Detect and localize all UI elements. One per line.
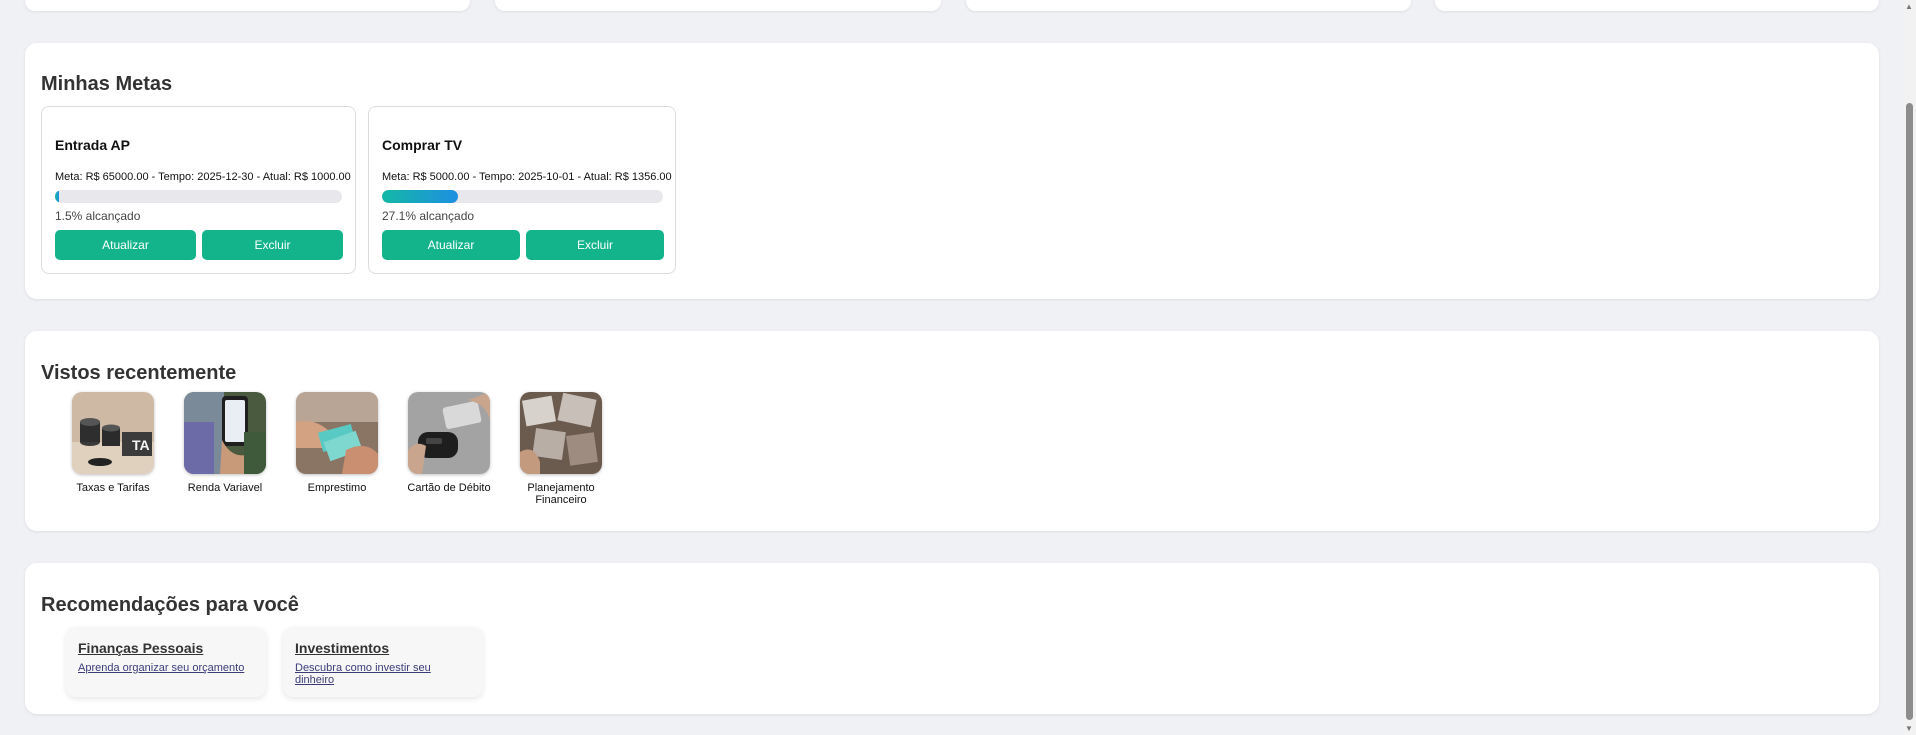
goal-progress-fill <box>55 190 60 203</box>
update-goal-button[interactable]: Atualizar <box>55 230 196 260</box>
recent-item-label: Renda Variavel <box>187 482 263 494</box>
recommendation-description[interactable]: Descubra como investir seu dinheiro <box>295 662 445 686</box>
recent-item[interactable]: Renda Variavel <box>169 392 281 494</box>
goal-progress-text: 27.1% alcançado <box>382 209 475 223</box>
recent-item[interactable]: TA Taxas e Tarifas <box>57 392 169 494</box>
recommendations-section: Recomendações para você Finanças Pessoai… <box>25 563 1879 714</box>
recent-item[interactable]: Planejamento Financeiro <box>505 392 617 506</box>
coins-tax-image: TA <box>72 392 154 474</box>
recommendation-title[interactable]: Investimentos <box>295 640 389 656</box>
scroll-up-arrow-icon[interactable]: ▲ <box>1905 2 1913 11</box>
goals-section: Minhas Metas Entrada AP Meta: R$ 65000.0… <box>25 43 1879 299</box>
delete-goal-button[interactable]: Excluir <box>526 230 664 260</box>
recent-item-label: Emprestimo <box>307 482 367 494</box>
update-goal-button[interactable]: Atualizar <box>382 230 520 260</box>
recent-section: Vistos recentemente TA Taxas e Tarifas R… <box>25 331 1879 531</box>
goal-title: Entrada AP <box>55 137 130 153</box>
card-terminal-image <box>408 392 490 474</box>
svg-text:TA: TA <box>132 437 150 453</box>
recommendation-description[interactable]: Aprenda organizar seu orçamento <box>78 662 258 674</box>
goal-progress-bar <box>55 190 342 203</box>
recommendation-title[interactable]: Finanças Pessoais <box>78 640 203 656</box>
goal-progress-text: 1.5% alcançado <box>55 209 141 223</box>
cash-handoff-image <box>296 392 378 474</box>
planning-papers-image <box>520 392 602 474</box>
recent-item-label: Taxas e Tarifas <box>76 482 150 494</box>
recent-section-title: Vistos recentemente <box>41 362 237 384</box>
recommendation-card[interactable]: Investimentos Descubra como investir seu… <box>283 627 483 697</box>
goal-card: Comprar TV Meta: R$ 5000.00 - Tempo: 202… <box>368 106 676 274</box>
summary-card-1 <box>25 0 470 11</box>
goal-progress-fill <box>382 190 459 203</box>
phone-investing-image <box>184 392 266 474</box>
recent-item[interactable]: Emprestimo <box>281 392 393 494</box>
recent-item-label: Planejamento Financeiro <box>527 482 595 506</box>
goal-progress-bar <box>382 190 663 203</box>
page-scrollbar[interactable]: ▲ ▼ <box>1903 0 1916 735</box>
summary-card-2 <box>495 0 941 11</box>
goal-card: Entrada AP Meta: R$ 65000.00 - Tempo: 20… <box>41 106 356 274</box>
recent-item-label: Cartão de Débito <box>407 482 491 494</box>
scrollbar-thumb[interactable] <box>1906 103 1913 720</box>
recommendation-card[interactable]: Finanças Pessoais Aprenda organizar seu … <box>66 627 266 697</box>
goals-section-title: Minhas Metas <box>41 73 173 95</box>
recent-item[interactable]: Cartão de Débito <box>393 392 505 494</box>
goal-title: Comprar TV <box>382 137 463 153</box>
recommendations-section-title: Recomendações para você <box>41 594 299 616</box>
summary-card-3 <box>966 0 1411 11</box>
goal-meta: Meta: R$ 5000.00 - Tempo: 2025-10-01 - A… <box>382 171 672 183</box>
delete-goal-button[interactable]: Excluir <box>202 230 343 260</box>
scroll-down-arrow-icon[interactable]: ▼ <box>1905 724 1913 733</box>
goal-meta: Meta: R$ 65000.00 - Tempo: 2025-12-30 - … <box>55 171 351 183</box>
summary-card-4 <box>1435 0 1879 11</box>
